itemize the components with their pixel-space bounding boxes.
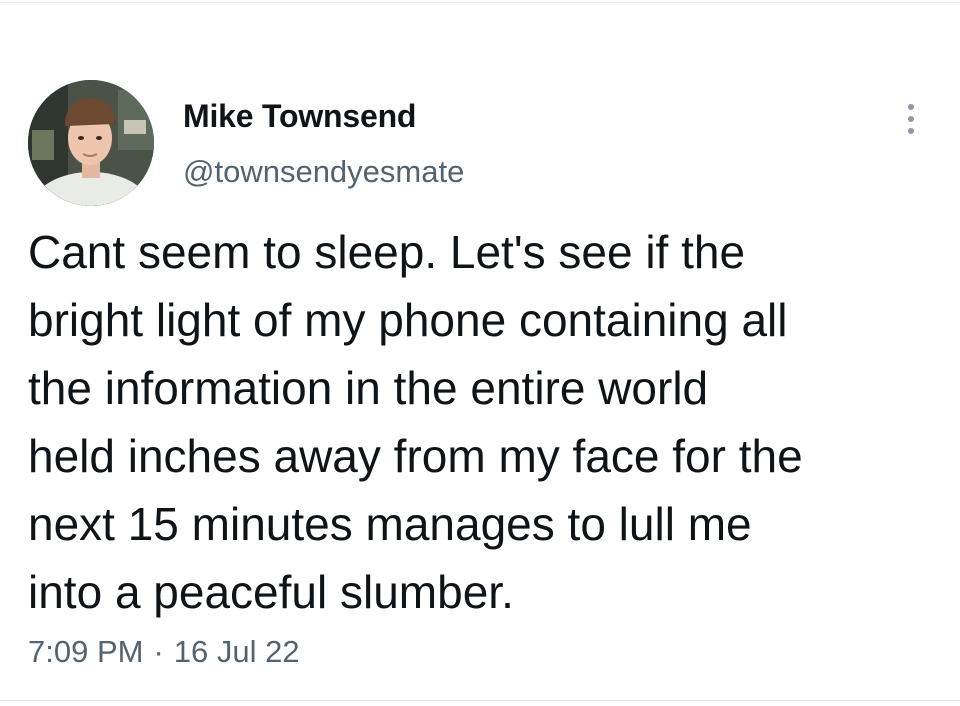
tweet-text-line: Cant seem to sleep. Let's see if the	[28, 226, 746, 278]
tweet-text-line: bright light of my phone containing all	[28, 294, 788, 346]
more-vertical-icon-dot	[908, 128, 914, 134]
tweet-card: Mike Townsend @townsendyesmate Cant seem…	[0, 0, 960, 706]
tweet-text-line: held inches away from my face for the	[28, 430, 803, 482]
avatar-photo-icon	[28, 80, 154, 206]
tweet-timestamp[interactable]: 7:09 PM · 16 Jul 22	[28, 634, 300, 670]
more-options-button[interactable]	[896, 96, 926, 142]
more-vertical-icon-dot	[908, 116, 914, 122]
tweet-text-line: next 15 minutes manages to lull me	[28, 498, 752, 550]
bottom-divider	[0, 700, 960, 701]
tweet-text-line: the information in the entire world	[28, 362, 709, 414]
author-name[interactable]: Mike Townsend	[183, 98, 416, 135]
tweet-text: Cant seem to sleep. Let's see if the bri…	[28, 218, 948, 626]
meta-separator: ·	[153, 634, 164, 669]
avatar[interactable]	[28, 80, 154, 206]
tweet-text-line: into a peaceful slumber.	[28, 566, 514, 618]
tweet-time[interactable]: 7:09 PM	[28, 634, 143, 669]
author-handle[interactable]: @townsendyesmate	[183, 154, 464, 190]
more-vertical-icon	[908, 104, 914, 110]
tweet-date[interactable]: 16 Jul 22	[174, 634, 300, 669]
